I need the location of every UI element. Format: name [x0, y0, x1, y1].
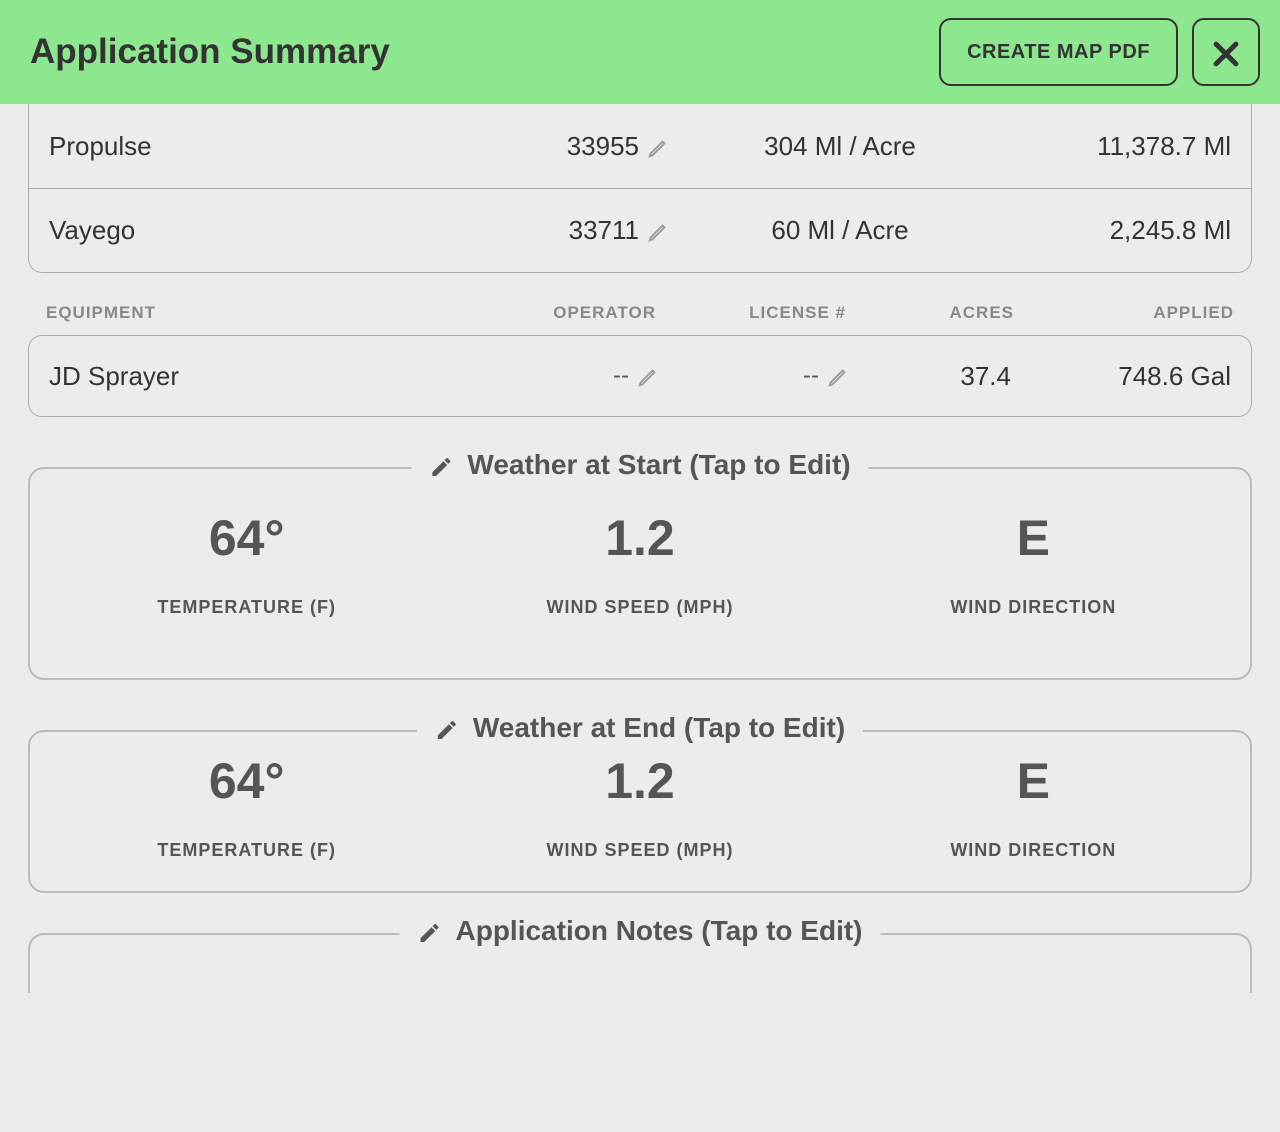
- weather-start-legend: Weather at Start (Tap to Edit): [411, 449, 868, 481]
- temp-value: 64°: [50, 509, 443, 567]
- application-notes-panel[interactable]: Application Notes (Tap to Edit): [28, 933, 1252, 993]
- close-icon: [1209, 30, 1243, 75]
- content-area: Propulse 33955 304 Ml / Acre 11,378.7 Ml…: [0, 104, 1280, 993]
- close-button[interactable]: [1192, 18, 1260, 86]
- equipment-name: JD Sprayer: [49, 361, 469, 392]
- notes-legend: Application Notes (Tap to Edit): [399, 915, 880, 947]
- pencil-icon[interactable]: [637, 362, 659, 390]
- weather-end-grid: 64° TEMPERATURE (F) 1.2 WIND SPEED (MPH)…: [50, 752, 1230, 861]
- product-row: Propulse 33955 304 Ml / Acre 11,378.7 Ml: [29, 104, 1251, 188]
- header-license: LICENSE #: [656, 303, 846, 323]
- product-table: Propulse 33955 304 Ml / Acre 11,378.7 Ml…: [28, 104, 1252, 273]
- pencil-icon[interactable]: [827, 362, 849, 390]
- winddir-cell: E WIND DIRECTION: [837, 509, 1230, 618]
- pencil-icon[interactable]: [647, 215, 669, 246]
- product-name: Propulse: [49, 131, 449, 162]
- windspeed-value: 1.2: [443, 752, 836, 810]
- winddir-label: WIND DIRECTION: [837, 840, 1230, 861]
- page-title: Application Summary: [30, 32, 390, 72]
- temp-cell: 64° TEMPERATURE (F): [50, 752, 443, 861]
- product-code: 33955: [567, 131, 639, 162]
- product-rate: 304 Ml / Acre: [669, 131, 1011, 162]
- product-total: 11,378.7 Ml: [1011, 131, 1231, 162]
- winddir-cell: E WIND DIRECTION: [837, 752, 1230, 861]
- pencil-icon: [417, 915, 441, 947]
- windspeed-value: 1.2: [443, 509, 836, 567]
- product-code-cell: 33955: [449, 131, 669, 162]
- product-rate: 60 Ml / Acre: [669, 215, 1011, 246]
- equipment-applied: 748.6 Gal: [1051, 361, 1231, 392]
- header-equipment: EQUIPMENT: [46, 303, 466, 323]
- header-operator: OPERATOR: [466, 303, 656, 323]
- temp-label: TEMPERATURE (F): [50, 597, 443, 618]
- windspeed-label: WIND SPEED (MPH): [443, 840, 836, 861]
- product-code: 33711: [569, 215, 639, 246]
- notes-title: Application Notes (Tap to Edit): [455, 915, 862, 947]
- winddir-value: E: [837, 752, 1230, 810]
- winddir-label: WIND DIRECTION: [837, 597, 1230, 618]
- operator-value: --: [613, 362, 629, 390]
- product-total: 2,245.8 Ml: [1011, 215, 1231, 246]
- create-map-pdf-button[interactable]: CREATE MAP PDF: [939, 18, 1178, 86]
- header-acres: ACRES: [846, 303, 1054, 323]
- equipment-acres: 37.4: [849, 361, 1051, 392]
- pencil-icon: [435, 712, 459, 744]
- windspeed-label: WIND SPEED (MPH): [443, 597, 836, 618]
- license-value: --: [803, 362, 819, 390]
- product-code-cell: 33711: [449, 215, 669, 246]
- weather-start-title: Weather at Start (Tap to Edit): [467, 449, 850, 481]
- equipment-operator: --: [469, 362, 659, 390]
- equipment-row: JD Sprayer -- -- 37.4 748.6 Gal: [49, 336, 1231, 416]
- weather-end-title: Weather at End (Tap to Edit): [473, 712, 845, 744]
- weather-start-panel[interactable]: Weather at Start (Tap to Edit) 64° TEMPE…: [28, 467, 1252, 680]
- windspeed-cell: 1.2 WIND SPEED (MPH): [443, 509, 836, 618]
- header-applied: APPLIED: [1054, 303, 1234, 323]
- pencil-icon: [429, 449, 453, 481]
- temp-label: TEMPERATURE (F): [50, 840, 443, 861]
- weather-end-panel[interactable]: Weather at End (Tap to Edit) 64° TEMPERA…: [28, 730, 1252, 893]
- product-name: Vayego: [49, 215, 449, 246]
- pencil-icon[interactable]: [647, 131, 669, 162]
- header-bar: Application Summary CREATE MAP PDF: [0, 0, 1280, 104]
- equipment-headers: EQUIPMENT OPERATOR LICENSE # ACRES APPLI…: [28, 273, 1252, 335]
- equipment-license: --: [659, 362, 849, 390]
- equipment-box: JD Sprayer -- -- 37.4 748.6 Gal: [28, 335, 1252, 417]
- temp-cell: 64° TEMPERATURE (F): [50, 509, 443, 618]
- winddir-value: E: [837, 509, 1230, 567]
- weather-end-legend: Weather at End (Tap to Edit): [417, 712, 863, 744]
- windspeed-cell: 1.2 WIND SPEED (MPH): [443, 752, 836, 861]
- weather-start-grid: 64° TEMPERATURE (F) 1.2 WIND SPEED (MPH)…: [50, 509, 1230, 618]
- temp-value: 64°: [50, 752, 443, 810]
- header-actions: CREATE MAP PDF: [939, 18, 1260, 86]
- product-row: Vayego 33711 60 Ml / Acre 2,245.8 Ml: [29, 188, 1251, 272]
